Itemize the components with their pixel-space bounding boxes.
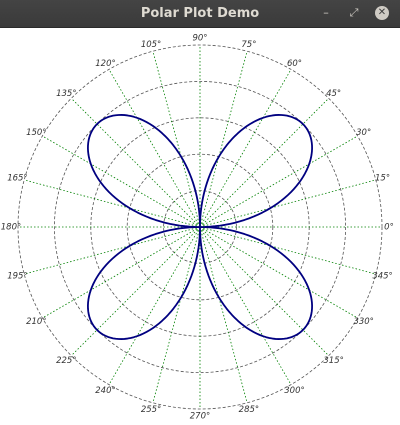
polar-plot-area: 0° 15° 30° 45° 60° 75° 90° 105° 120° 135° 150° 165°… [0, 27, 400, 425]
angle-label-240: 240° [95, 386, 115, 396]
grid-spoke-345 [199, 226, 376, 275]
angle-label-255: 255° [141, 405, 161, 415]
grid-spoke-75 [199, 51, 248, 228]
grid-spoke-195 [24, 226, 201, 275]
angle-label-165: 165° [7, 174, 27, 184]
maximize-icon: ⤢ [349, 6, 359, 19]
angle-label-135: 135° [56, 89, 76, 99]
angle-label-15: 15° [375, 174, 390, 184]
app-window: Polar Plot Demo – ⤢ ✕ 0° 15° 30° 45° 60° 75° 9… [0, 0, 400, 425]
angle-label-150: 150° [26, 128, 46, 138]
angle-label-180: 180° [1, 223, 21, 233]
angle-label-270: 270° [190, 412, 210, 422]
angle-label-345: 345° [372, 271, 392, 281]
angle-label-105: 105° [141, 40, 161, 50]
window-title: Polar Plot Demo [140, 6, 260, 21]
minimize-icon: – [323, 6, 329, 19]
angle-label-330: 330° [353, 317, 373, 327]
grid-spoke-255 [152, 226, 201, 403]
angle-label-225: 225° [56, 356, 76, 366]
angle-label-45: 45° [326, 89, 341, 99]
title-bar[interactable]: Polar Plot Demo – ⤢ ✕ [0, 0, 400, 28]
minimize-button[interactable]: – [318, 5, 334, 21]
grid-spoke-165 [24, 179, 201, 228]
angle-label-195: 195° [7, 271, 27, 281]
angle-label-30: 30° [356, 128, 371, 138]
close-icon: ✕ [375, 6, 389, 20]
angle-label-120: 120° [95, 59, 115, 69]
angle-label-315: 315° [323, 356, 343, 366]
polar-chart: 0° 15° 30° 45° 60° 75° 90° 105° 120° 135° 150° 165°… [1, 34, 394, 422]
close-button[interactable]: ✕ [374, 5, 390, 21]
angle-label-210: 210° [26, 317, 46, 327]
grid-spoke-285 [199, 226, 248, 403]
angle-label-0: 0° [384, 223, 394, 233]
angle-label-60: 60° [287, 59, 302, 69]
angle-label-285: 285° [239, 405, 259, 415]
maximize-button[interactable]: ⤢ [346, 5, 362, 21]
grid-spoke-105 [152, 51, 201, 228]
angle-label-75: 75° [241, 40, 256, 50]
angle-label-300: 300° [284, 386, 304, 396]
angle-label-90: 90° [192, 34, 207, 44]
grid-spoke-15 [199, 179, 376, 228]
